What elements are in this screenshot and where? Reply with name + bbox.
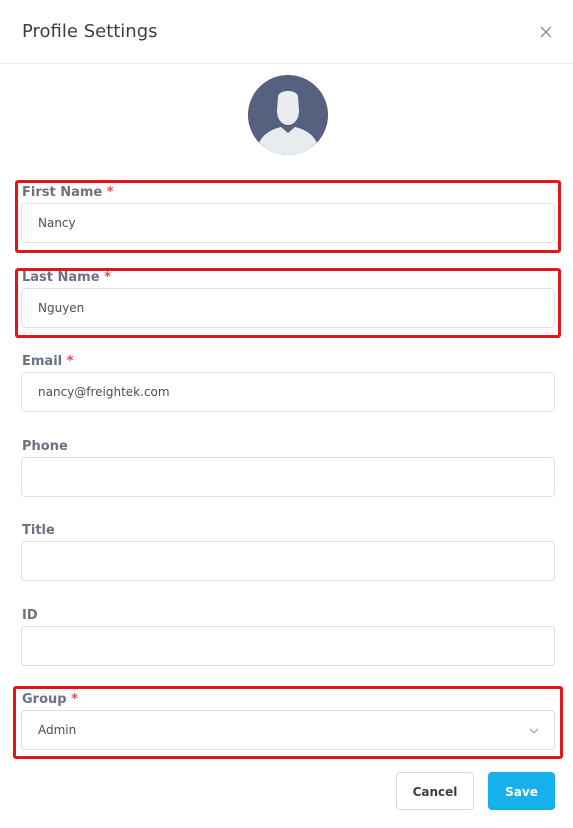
required-mark: *: [66, 354, 74, 369]
title-label-text: Title: [22, 523, 55, 538]
first-name-input[interactable]: Nancy: [21, 203, 555, 243]
title-input[interactable]: [21, 541, 555, 581]
id-label: ID: [22, 608, 38, 623]
title-label: Title: [22, 523, 55, 538]
avatar[interactable]: [248, 75, 328, 155]
id-input[interactable]: [21, 626, 555, 666]
last-name-label: Last Name *: [22, 270, 111, 285]
email-label: Email *: [22, 354, 73, 369]
group-label-text: Group: [22, 692, 67, 707]
user-silhouette-icon: [248, 75, 328, 155]
close-icon[interactable]: [538, 24, 554, 40]
profile-settings-modal: Profile Settings First Name * Nancy Last…: [0, 0, 573, 828]
group-select-value: Admin: [38, 723, 77, 737]
required-mark: *: [106, 185, 114, 200]
required-mark: *: [104, 270, 111, 285]
email-label-text: Email: [22, 354, 63, 369]
first-name-label: First Name *: [22, 185, 114, 200]
phone-input[interactable]: [21, 457, 555, 497]
group-select[interactable]: Admin: [21, 710, 555, 750]
phone-label: Phone: [22, 439, 68, 454]
last-name-input[interactable]: Nguyen: [21, 288, 555, 328]
email-input[interactable]: nancy@freightek.com: [21, 372, 555, 412]
cancel-button[interactable]: Cancel: [396, 772, 474, 810]
required-mark: *: [71, 692, 78, 707]
chevron-down-icon: [529, 728, 539, 734]
modal-header: Profile Settings: [0, 0, 573, 64]
last-name-label-text: Last Name: [22, 270, 100, 285]
phone-label-text: Phone: [22, 439, 68, 454]
group-label: Group *: [22, 692, 78, 707]
id-label-text: ID: [22, 608, 38, 623]
first-name-label-text: First Name: [22, 185, 103, 200]
save-button[interactable]: Save: [488, 772, 555, 810]
modal-title: Profile Settings: [22, 21, 158, 42]
